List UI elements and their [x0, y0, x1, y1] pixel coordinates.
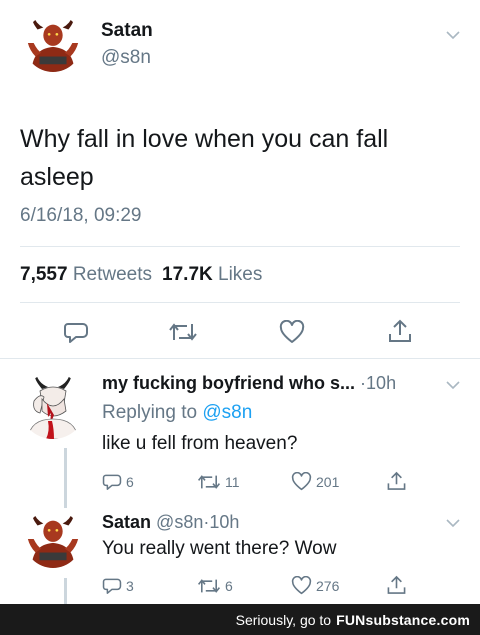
reply-button[interactable]: 6 [102, 472, 134, 491]
like-count: 276 [316, 577, 340, 594]
share-icon [387, 575, 406, 594]
like-label: Likes [218, 264, 263, 285]
reply-icon [64, 323, 88, 343]
retweet-icon [169, 323, 197, 341]
retweet-button[interactable]: 6 [197, 577, 233, 595]
reply-avatar[interactable] [20, 373, 86, 439]
watermark-footer: Seriously, go to FUNsubstance.com [0, 604, 480, 635]
like-button[interactable]: 201 [291, 472, 339, 491]
retweet-label: Retweets [72, 264, 153, 285]
footer-brand[interactable]: FUNsubstance.com [336, 612, 470, 628]
satan-avatar[interactable] [24, 14, 82, 72]
retweet-count: 7,557 [20, 264, 68, 285]
reply-author-name[interactable]: Satan [102, 512, 151, 532]
reply-icon [102, 578, 122, 594]
retweet-icon [197, 475, 221, 489]
reply-author-handle[interactable]: @s8n [156, 512, 203, 532]
chevron-down-icon[interactable] [446, 518, 460, 528]
thread-line [64, 498, 67, 508]
thread-line [64, 578, 67, 604]
reply-button[interactable] [63, 320, 89, 344]
thread-line [64, 448, 67, 498]
share-button[interactable] [386, 470, 407, 492]
reply-time[interactable]: 10h [366, 373, 396, 393]
share-button[interactable] [386, 574, 407, 596]
author-handle[interactable]: @s8n [101, 47, 151, 69]
tweet-text: Why fall in love when you can fall aslee… [20, 125, 389, 191]
likes-stat[interactable]: 17.7K Likes [162, 264, 262, 285]
engagement-stats: 7,557 Retweets 17.7K Likes [20, 264, 262, 286]
divider [20, 246, 460, 247]
divider [20, 302, 460, 303]
reply-text: You really went there? Wow [102, 538, 337, 559]
retweet-count: 11 [225, 474, 240, 490]
like-icon [291, 576, 312, 595]
retweet-button[interactable]: 11 [197, 473, 240, 491]
like-count: 201 [316, 473, 340, 490]
chevron-down-icon[interactable] [446, 30, 460, 40]
replying-to: Replying to @s8n [102, 402, 252, 424]
chevron-down-icon[interactable] [446, 380, 460, 390]
like-icon [279, 320, 305, 343]
retweet-button[interactable] [168, 321, 198, 343]
reply-header: my fucking boyfriend who s... ·10h [102, 373, 396, 394]
tweet-timestamp[interactable]: 6/16/18, 09:29 [20, 205, 142, 227]
footer-text: Seriously, go to [235, 611, 332, 628]
divider [0, 358, 480, 359]
share-button[interactable] [387, 318, 413, 344]
like-button[interactable]: 276 [291, 576, 339, 595]
reply-text: like u fell from heaven? [102, 433, 298, 454]
reply-time[interactable]: 10h [209, 512, 239, 532]
reply-author-name[interactable]: my fucking boyfriend who s... [102, 373, 355, 393]
retweet-count: 6 [225, 578, 233, 594]
replying-label: Replying to [102, 402, 198, 423]
retweets-stat[interactable]: 7,557 Retweets [20, 264, 152, 285]
reply-header: Satan @s8n·10h [102, 512, 239, 533]
reply-count: 6 [126, 473, 134, 490]
share-icon [389, 319, 411, 342]
like-icon [291, 472, 312, 491]
reply-icon [102, 474, 122, 490]
satan-avatar[interactable] [24, 510, 82, 568]
like-button[interactable] [279, 320, 305, 344]
reply-button[interactable]: 3 [102, 576, 134, 595]
retweet-icon [197, 579, 221, 593]
author-name[interactable]: Satan [101, 20, 153, 42]
like-count: 17.7K [162, 264, 213, 285]
share-icon [387, 471, 406, 490]
reply-count: 3 [126, 577, 134, 594]
replying-mention[interactable]: @s8n [202, 402, 252, 423]
